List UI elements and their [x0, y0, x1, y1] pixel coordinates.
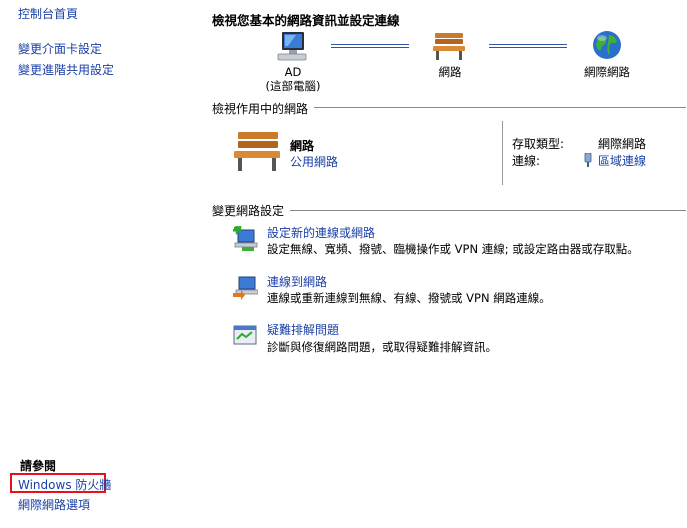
page-title: 檢視您基本的網路資訊並設定連線 [212, 13, 400, 28]
map-computer-label: AD (這部電腦) [258, 65, 328, 93]
connect-to-network-desc: 連線或重新連線到無線、有線、撥號或 VPN 網路連線。 [267, 291, 551, 305]
computer-icon[interactable] [276, 30, 310, 62]
new-connection-icon[interactable] [232, 225, 258, 252]
access-type-label: 存取類型: [512, 137, 565, 151]
internet-globe-icon[interactable] [591, 29, 623, 61]
vertical-divider [502, 121, 503, 185]
ethernet-adapter-icon [584, 152, 592, 167]
network-name: 網路 [290, 139, 315, 153]
network-bench-icon[interactable] [432, 31, 466, 61]
computer-name: AD [284, 65, 302, 79]
see-also-heading: 請參閱 [20, 459, 57, 473]
active-networks-heading: 檢視作用中的網路 [212, 102, 309, 116]
connect-to-network-icon[interactable] [232, 275, 259, 301]
windows-firewall-link[interactable]: Windows 防火牆 [18, 476, 111, 493]
local-area-connection-link[interactable]: 區域連線 [598, 152, 646, 169]
network-type-link[interactable]: 公用網路 [290, 153, 338, 170]
section-divider [290, 210, 686, 211]
map-internet-label: 網際網路 [584, 65, 630, 79]
change-adapter-settings-link[interactable]: 變更介面卡設定 [18, 40, 102, 57]
internet-options-link[interactable]: 網際網路選項 [18, 496, 90, 513]
map-network-label: 網路 [438, 65, 462, 79]
control-panel-home-link[interactable]: 控制台首頁 [18, 5, 78, 22]
access-type-value: 網際網路 [598, 137, 647, 151]
troubleshoot-desc: 診斷與修復網路問題，或取得疑難排解資訊。 [267, 340, 497, 354]
computer-sublabel: (這部電腦) [265, 79, 321, 93]
change-settings-heading: 變更網路設定 [212, 204, 285, 218]
setup-new-connection-desc: 設定無線、寬頻、撥號、臨機操作或 VPN 連線; 或設定路由器或存取點。 [267, 242, 639, 256]
troubleshoot-link[interactable]: 疑難排解問題 [267, 321, 339, 338]
section-divider [314, 107, 686, 108]
connections-label: 連線: [512, 154, 541, 168]
connect-to-network-link[interactable]: 連線到網路 [267, 273, 327, 290]
troubleshoot-icon[interactable] [232, 323, 258, 349]
setup-new-connection-link[interactable]: 設定新的連線或網路 [267, 224, 375, 241]
map-connection-line-1 [331, 44, 409, 48]
map-connection-line-2 [489, 44, 567, 48]
network-bench-icon [232, 130, 282, 172]
change-advanced-sharing-link[interactable]: 變更進階共用設定 [18, 61, 114, 78]
